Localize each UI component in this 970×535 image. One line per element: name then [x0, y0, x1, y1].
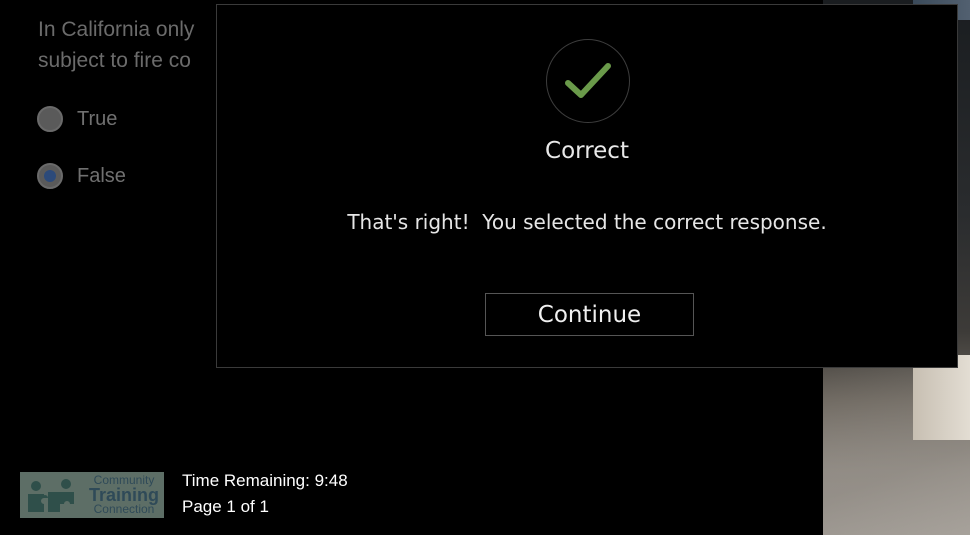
radio-true[interactable]: [37, 106, 63, 132]
page-indicator: Page 1 of 1: [182, 497, 269, 516]
feedback-message: That's right! You selected the correct r…: [347, 210, 827, 234]
feedback-title: Correct: [545, 138, 629, 164]
footer-info: Time Remaining: 9:48 Page 1 of 1: [182, 468, 348, 520]
option-label: True: [77, 107, 118, 130]
continue-button[interactable]: Continue: [485, 293, 694, 336]
option-label: False: [77, 164, 126, 187]
logo-text: Community Training Connection: [88, 473, 159, 516]
puzzle-people-icon: [22, 474, 84, 516]
radio-false[interactable]: [37, 163, 63, 189]
checkmark-icon: [546, 39, 630, 123]
time-remaining: Time Remaining: 9:48: [182, 471, 348, 490]
quiz-screen: In California only subject to fire co Tr…: [0, 0, 970, 535]
feedback-modal: Correct That's right! You selected the c…: [216, 4, 958, 368]
option-true[interactable]: True: [37, 106, 117, 132]
option-false[interactable]: False: [37, 163, 126, 189]
company-logo: Community Training Connection: [20, 472, 164, 518]
